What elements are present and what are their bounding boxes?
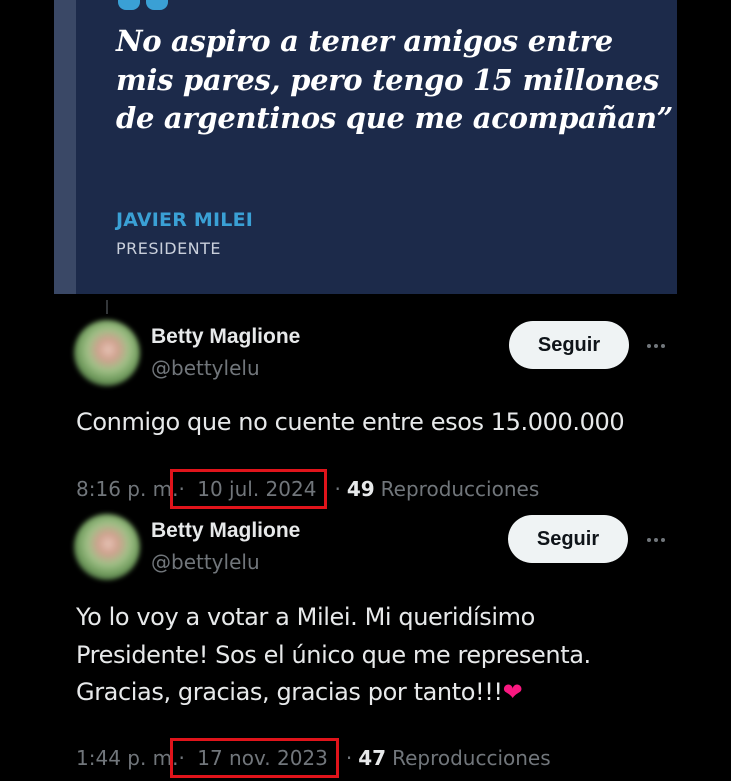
follow-button[interactable]: Seguir: [509, 321, 629, 369]
date-text: 17 nov. 2023: [197, 746, 328, 770]
tweet-text: Conmigo que no cuente entre esos 15.000.…: [76, 408, 625, 436]
quote-role: PRESIDENTE: [116, 239, 222, 258]
display-name[interactable]: Betty Maglione: [151, 325, 300, 349]
avatar[interactable]: [74, 514, 140, 580]
tweet-date[interactable]: · 10 jul. 2024: [169, 469, 328, 509]
quote-image[interactable]: No aspiro a tener amigos entre mis pares…: [54, 0, 677, 294]
quote-author: JAVIER MILEI: [116, 209, 254, 231]
date-separator: ·: [178, 746, 185, 770]
tweet-date[interactable]: · 17 nov. 2023: [169, 738, 339, 778]
meta-separator: ·: [345, 746, 353, 770]
more-horizontal-icon[interactable]: [641, 331, 671, 361]
follow-button[interactable]: Seguir: [508, 515, 628, 563]
quote-side-bar: [54, 0, 76, 294]
heart-emoji: ❤: [502, 678, 523, 706]
views-label[interactable]: Reproducciones: [381, 477, 540, 501]
date-separator: ·: [178, 477, 185, 501]
quote-text: No aspiro a tener amigos entre mis pares…: [116, 24, 673, 135]
more-horizontal-icon[interactable]: [641, 525, 671, 555]
user-handle[interactable]: @bettylelu: [151, 356, 260, 380]
thread-connector: [106, 300, 108, 314]
user-handle[interactable]: @bettylelu: [151, 550, 260, 574]
tweet-meta: 1:44 p. m. · 17 nov. 2023 · 47 Reproducc…: [76, 738, 551, 778]
tweet-meta: 8:16 p. m. · 10 jul. 2024 · 49 Reproducc…: [76, 469, 540, 509]
view-count[interactable]: 47: [358, 746, 386, 770]
avatar[interactable]: [74, 320, 140, 386]
tweet-time[interactable]: 1:44 p. m.: [76, 746, 179, 770]
display-name[interactable]: Betty Maglione: [151, 519, 300, 543]
tweet-text: Yo lo voy a votar a Milei. Mi queridísim…: [76, 599, 636, 712]
quote-mark-icon: [118, 0, 168, 10]
meta-separator: ·: [334, 477, 341, 501]
views-label[interactable]: Reproducciones: [392, 746, 551, 770]
view-count[interactable]: 49: [347, 477, 375, 501]
tweet-time[interactable]: 8:16 p. m.: [76, 477, 179, 501]
date-text: 10 jul. 2024: [197, 477, 317, 501]
